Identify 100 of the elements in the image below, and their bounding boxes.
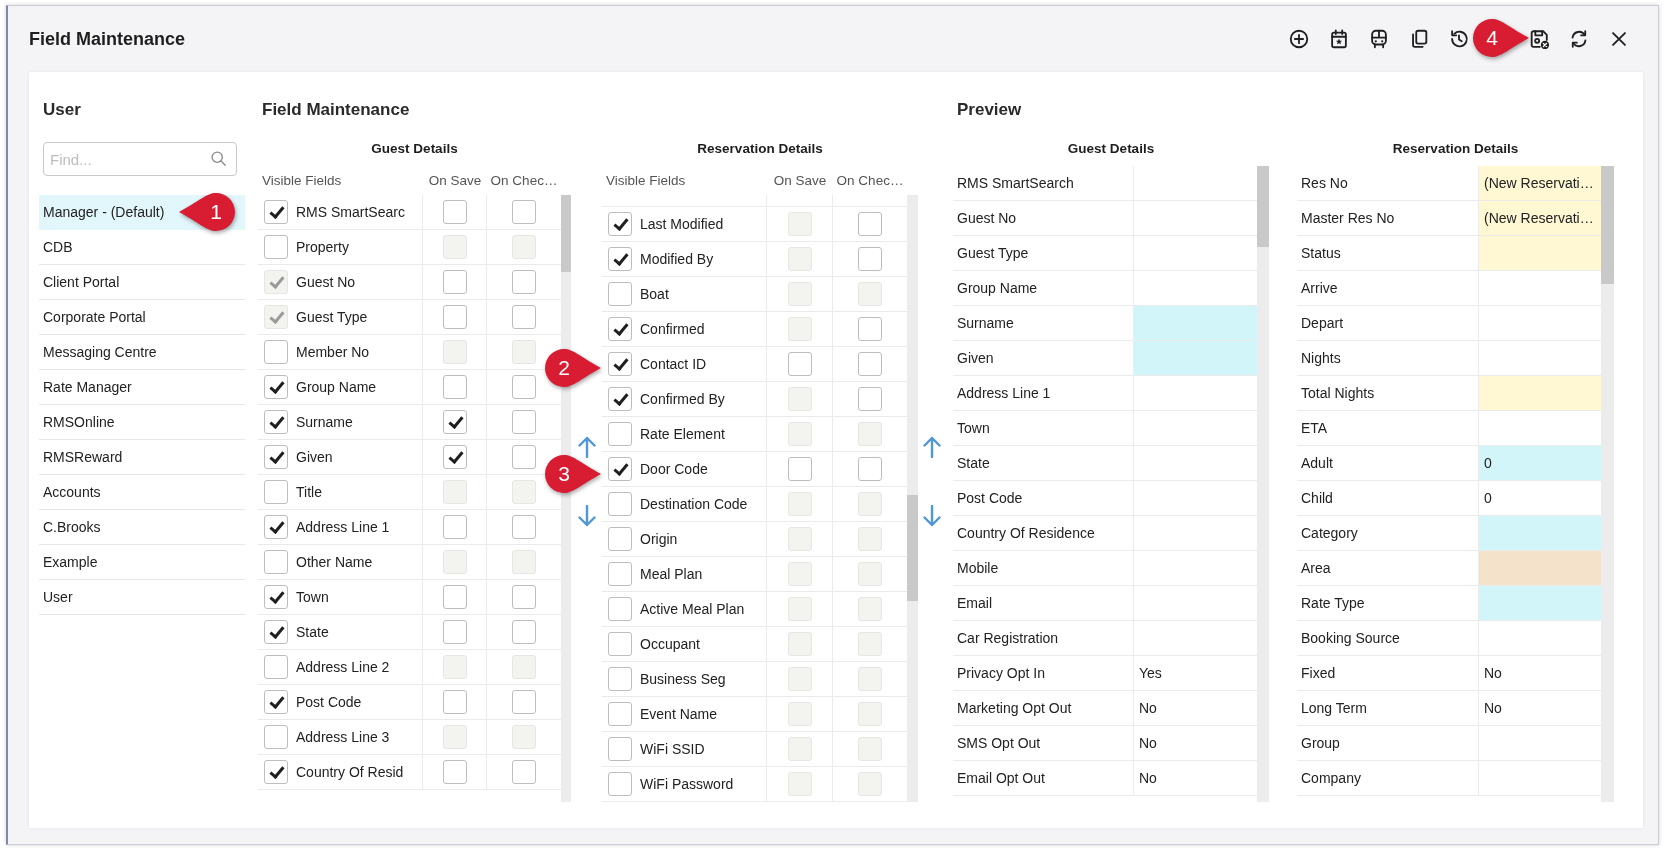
visible-checkbox[interactable] <box>608 317 632 341</box>
on-check-checkbox[interactable] <box>858 457 882 481</box>
scrollbar[interactable] <box>561 195 571 802</box>
visible-checkbox[interactable] <box>608 772 632 796</box>
field-label: WiFi Password <box>640 776 734 792</box>
bus-icon[interactable] <box>1368 28 1390 50</box>
user-list-item[interactable]: Messaging Centre <box>39 335 245 370</box>
preview-label: Total Nights <box>1301 385 1375 401</box>
on-check-checkbox[interactable] <box>858 352 882 376</box>
user-list-item[interactable]: RMSReward <box>39 440 245 475</box>
on-save-checkbox[interactable] <box>442 445 467 469</box>
preview-heading: Reservation Details <box>1391 140 1520 158</box>
visible-checkbox[interactable] <box>264 375 288 399</box>
on-save-checkbox[interactable] <box>787 457 812 481</box>
visible-checkbox[interactable] <box>608 737 632 761</box>
visible-checkbox[interactable] <box>608 492 632 516</box>
on-check-checkbox[interactable] <box>512 690 536 714</box>
visible-checkbox[interactable] <box>608 352 632 376</box>
on-check-checkbox[interactable] <box>512 200 536 224</box>
visible-checkbox[interactable] <box>264 445 288 469</box>
on-check-checkbox[interactable] <box>512 515 536 539</box>
on-check-checkbox[interactable] <box>858 247 882 271</box>
visible-checkbox[interactable] <box>608 632 632 656</box>
scrollbar-thumb[interactable] <box>1257 166 1269 247</box>
visible-checkbox[interactable] <box>264 235 288 259</box>
history-icon[interactable] <box>1448 28 1470 50</box>
on-save-checkbox[interactable] <box>442 515 467 539</box>
visible-checkbox[interactable] <box>608 212 632 236</box>
on-check-checkbox[interactable] <box>512 445 536 469</box>
on-check-checkbox[interactable] <box>512 760 536 784</box>
on-save-checkbox[interactable] <box>442 305 467 329</box>
visible-checkbox[interactable] <box>264 550 288 574</box>
on-check-checkbox[interactable] <box>512 620 536 644</box>
on-check-checkbox[interactable] <box>512 270 536 294</box>
scrollbar[interactable] <box>1257 166 1269 802</box>
field-label: Meal Plan <box>640 566 703 582</box>
on-save-checkbox[interactable] <box>442 270 467 294</box>
visible-checkbox[interactable] <box>264 620 288 644</box>
arrow-down-icon[interactable] <box>576 505 597 527</box>
on-check-checkbox[interactable] <box>512 375 536 399</box>
on-check-checkbox[interactable] <box>512 585 536 609</box>
visible-checkbox[interactable] <box>264 200 288 224</box>
arrow-down-icon[interactable] <box>922 505 942 527</box>
scrollbar-thumb[interactable] <box>561 195 571 272</box>
visible-checkbox[interactable] <box>608 457 632 481</box>
user-list-item[interactable]: Corporate Portal <box>39 300 245 335</box>
visible-checkbox[interactable] <box>608 667 632 691</box>
on-check-checkbox[interactable] <box>858 212 882 236</box>
visible-checkbox[interactable] <box>608 282 632 306</box>
user-list-item[interactable]: User <box>39 580 245 615</box>
user-list-item[interactable]: RMSOnline <box>39 405 245 440</box>
on-save-checkbox[interactable] <box>442 585 467 609</box>
visible-checkbox[interactable] <box>264 480 288 504</box>
visible-checkbox[interactable] <box>608 527 632 551</box>
scrollbar-thumb[interactable] <box>907 495 918 601</box>
on-save-checkbox[interactable] <box>442 200 467 224</box>
user-list-item[interactable]: Accounts <box>39 475 245 510</box>
arrow-up-icon[interactable] <box>922 436 942 458</box>
on-check-checkbox[interactable] <box>512 410 536 434</box>
arrow-up-icon[interactable] <box>576 436 597 458</box>
visible-checkbox[interactable] <box>264 725 288 749</box>
visible-checkbox[interactable] <box>608 247 632 271</box>
add-icon[interactable] <box>1288 28 1310 50</box>
user-list-item[interactable]: Rate Manager <box>39 370 245 405</box>
user-list-item[interactable]: C.Brooks <box>39 510 245 545</box>
visible-checkbox[interactable] <box>264 515 288 539</box>
preview-value: No <box>1138 699 1158 718</box>
field-label: Guest No <box>296 274 356 290</box>
calendar-icon[interactable] <box>1328 28 1350 50</box>
user-list-item[interactable]: CDB <box>39 230 245 265</box>
visible-checkbox[interactable] <box>264 760 288 784</box>
scrollbar[interactable] <box>907 195 918 802</box>
user-list-item[interactable]: Client Portal <box>39 265 245 300</box>
visible-checkbox[interactable] <box>264 340 288 364</box>
on-save-checkbox[interactable] <box>442 690 467 714</box>
visible-checkbox[interactable] <box>608 562 632 586</box>
field-label: Last Modified <box>640 216 724 232</box>
on-check-checkbox[interactable] <box>512 305 536 329</box>
on-check-checkbox[interactable] <box>858 317 882 341</box>
on-save-checkbox[interactable] <box>442 375 467 399</box>
user-list-item[interactable]: Example <box>39 545 245 580</box>
search-field[interactable]: Find... <box>43 142 237 176</box>
on-save-checkbox[interactable] <box>442 410 467 434</box>
visible-checkbox[interactable] <box>264 410 288 434</box>
on-save-checkbox[interactable] <box>442 620 467 644</box>
visible-checkbox[interactable] <box>608 597 632 621</box>
visible-checkbox[interactable] <box>264 585 288 609</box>
visible-checkbox[interactable] <box>264 655 288 679</box>
scrollbar-thumb[interactable] <box>1601 166 1614 284</box>
visible-checkbox[interactable] <box>608 387 632 411</box>
visible-checkbox[interactable] <box>608 702 632 726</box>
on-save-checkbox[interactable] <box>442 760 467 784</box>
on-save-checkbox[interactable] <box>787 352 812 376</box>
preview-label: Guest No <box>957 210 1017 226</box>
save-icon[interactable] <box>1528 28 1550 50</box>
visible-checkbox[interactable] <box>608 422 632 446</box>
preview-label: Nights <box>1301 350 1341 366</box>
scrollbar[interactable] <box>1601 166 1614 802</box>
on-check-checkbox[interactable] <box>858 387 882 411</box>
visible-checkbox[interactable] <box>264 690 288 714</box>
